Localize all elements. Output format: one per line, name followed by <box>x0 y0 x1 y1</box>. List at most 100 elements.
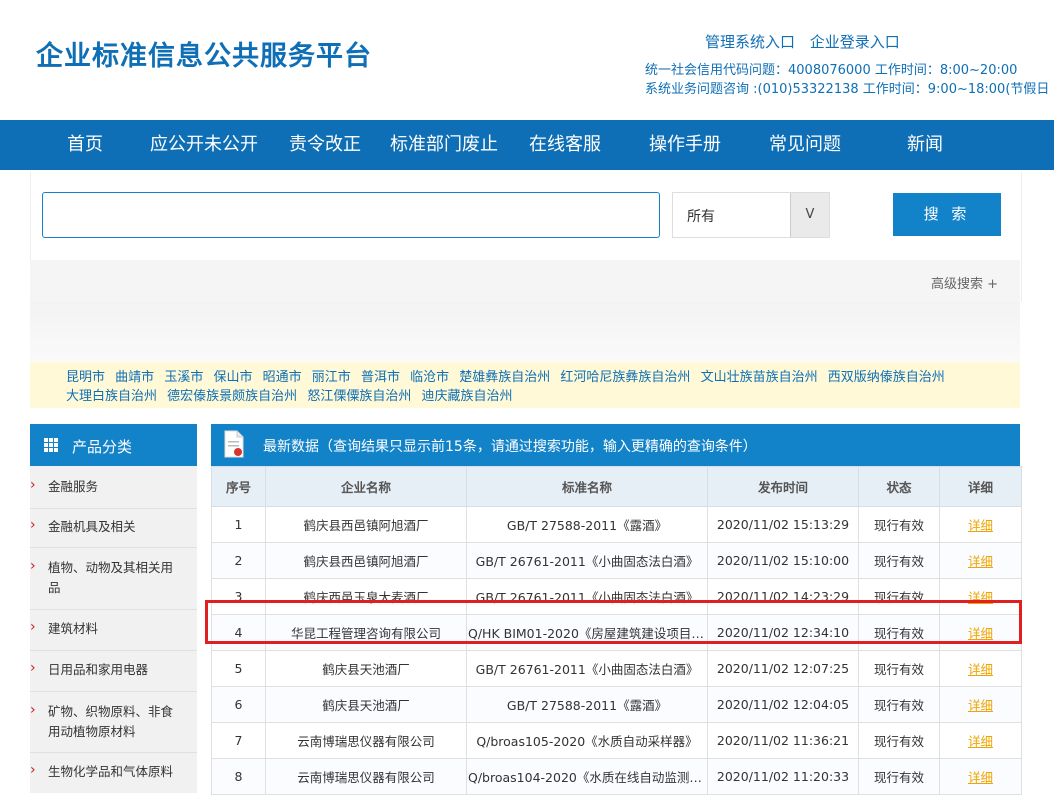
cell-publish-time: 2020/11/02 11:36:21 <box>707 722 859 759</box>
col-status: 状态 <box>858 466 940 507</box>
top-links: 管理系统入口 企业登录入口 <box>705 31 910 52</box>
company-login-link[interactable]: 企业登录入口 <box>810 33 900 51</box>
cell-status: 现行有效 <box>858 542 940 579</box>
category-label: 建筑材料 <box>48 621 99 636</box>
col-publish-time: 发布时间 <box>707 466 859 507</box>
region-line-1: 昆明市 曲靖市 玉溪市 保山市 昭通市 丽江市 普洱市 临沧市 楚雄彝族自治州 … <box>66 366 951 385</box>
admin-entry-link[interactable]: 管理系统入口 <box>705 33 795 51</box>
category-item[interactable]: › 生物化学品和气体原料 <box>30 753 197 793</box>
detail-link[interactable]: 详细 <box>968 590 993 605</box>
nav-manual[interactable]: 操作手册 <box>649 120 721 170</box>
cell-publish-time: 2020/11/02 15:13:29 <box>707 506 859 543</box>
region-link[interactable]: 楚雄彝族自治州 <box>459 370 550 385</box>
chevron-right-icon: › <box>30 477 36 493</box>
table-row: 7 云南博瑞思仪器有限公司 Q/broas105-2020《水质自动采样器》 2… <box>211 722 1022 759</box>
cell-company: 云南博瑞思仪器有限公司 <box>265 758 467 795</box>
region-list: 昆明市 曲靖市 玉溪市 保山市 昭通市 丽江市 普洱市 临沧市 楚雄彝族自治州 … <box>30 362 1020 408</box>
cell-detail: 详细 <box>939 686 1022 723</box>
category-item[interactable]: › 金融服务 <box>30 466 197 509</box>
region-link[interactable]: 临沧市 <box>410 370 449 385</box>
chevron-right-icon: › <box>30 702 36 718</box>
cell-publish-time: 2020/11/02 12:04:05 <box>707 686 859 723</box>
chevron-right-icon: › <box>30 660 36 676</box>
cell-company: 云南博瑞思仪器有限公司 <box>265 722 467 759</box>
nav-should-disclose[interactable]: 应公开未公开 <box>150 120 258 170</box>
nav-faq[interactable]: 常见问题 <box>769 120 841 170</box>
scope-select[interactable]: 所有 V <box>672 192 830 238</box>
category-title: 产品分类 <box>72 438 133 456</box>
region-link[interactable]: 昭通市 <box>263 370 302 385</box>
advanced-search-link[interactable]: 高级搜索 + <box>931 273 998 292</box>
search-input[interactable] <box>42 192 660 238</box>
search-button[interactable]: 搜 索 <box>893 193 1001 236</box>
cell-company: 华昆工程管理咨询有限公司 <box>265 614 467 651</box>
scope-select-value: 所有 <box>687 209 715 225</box>
cell-index: 1 <box>211 506 266 543</box>
cell-detail: 详细 <box>939 614 1022 651</box>
cell-status: 现行有效 <box>858 650 940 687</box>
category-item[interactable]: › 植物、动物及其相关用品 <box>30 548 197 610</box>
region-link[interactable]: 大理白族自治州 <box>66 389 157 404</box>
detail-link[interactable]: 详细 <box>968 662 993 677</box>
region-link[interactable]: 昆明市 <box>66 370 105 385</box>
cell-standard: GB/T 27588-2011《露酒》 <box>466 506 708 543</box>
category-item[interactable]: › 矿物、织物原料、非食用动植物原材料 <box>30 692 197 753</box>
cell-standard: Q/HK BIM01-2020《房屋建筑建设项目全过... <box>466 614 708 651</box>
cell-company: 鹤庆县西邑镇阿旭酒厂 <box>265 542 467 579</box>
region-link[interactable]: 普洱市 <box>361 370 400 385</box>
cell-status: 现行有效 <box>858 614 940 651</box>
chevron-down-icon[interactable]: V <box>790 193 829 237</box>
nav-standard-abolished[interactable]: 标准部门废止 <box>390 120 498 170</box>
cell-status: 现行有效 <box>858 506 940 543</box>
nav-home[interactable]: 首页 <box>67 120 103 170</box>
col-standard: 标准名称 <box>466 466 708 507</box>
chevron-right-icon: › <box>30 558 36 574</box>
main-nav: 首页 应公开未公开 责令改正 标准部门废止 在线客服 操作手册 常见问题 新闻 <box>0 120 1054 170</box>
col-index: 序号 <box>211 466 266 507</box>
advanced-search-bar: 高级搜索 + <box>30 260 1020 302</box>
nav-online-service[interactable]: 在线客服 <box>529 120 601 170</box>
detail-link[interactable]: 详细 <box>968 734 993 749</box>
region-link[interactable]: 保山市 <box>213 370 252 385</box>
cell-standard: GB/T 26761-2011《小曲固态法白酒》 <box>466 578 708 615</box>
nav-order-correction[interactable]: 责令改正 <box>289 120 361 170</box>
category-item[interactable]: › 建筑材料 <box>30 610 197 651</box>
cell-publish-time: 2020/11/02 12:07:25 <box>707 650 859 687</box>
category-header: 产品分类 <box>30 424 197 466</box>
detail-link[interactable]: 详细 <box>968 554 993 569</box>
region-link[interactable]: 丽江市 <box>312 370 351 385</box>
detail-link[interactable]: 详细 <box>968 626 993 641</box>
region-link[interactable]: 文山壮族苗族自治州 <box>701 370 818 385</box>
cell-index: 6 <box>211 686 266 723</box>
detail-link[interactable]: 详细 <box>968 698 993 713</box>
col-company: 企业名称 <box>265 466 467 507</box>
detail-link[interactable]: 详细 <box>968 518 993 533</box>
hotline-credit-code: 统一社会信用代码问题：4008076000 工作时间：8:00~20:00 <box>645 63 1018 78</box>
region-link[interactable]: 德宏傣族景颇族自治州 <box>167 389 297 404</box>
category-label: 日用品和家用电器 <box>48 662 149 677</box>
category-label: 金融服务 <box>48 479 99 494</box>
table-row: 6 鹤庆县天池酒厂 GB/T 27588-2011《露酒》 2020/11/02… <box>211 686 1022 723</box>
cell-standard: Q/broas104-2020《水质在线自动监测质控... <box>466 758 708 795</box>
category-item[interactable]: › 日用品和家用电器 <box>30 651 197 692</box>
latest-data-title: 最新数据（查询结果只显示前15条，请通过搜索功能，输入更精确的查询条件） <box>263 439 757 455</box>
nav-news[interactable]: 新闻 <box>907 120 943 170</box>
region-link[interactable]: 怒江傈僳族自治州 <box>307 389 411 404</box>
region-link[interactable]: 红河哈尼族彝族自治州 <box>560 370 690 385</box>
region-link[interactable]: 曲靖市 <box>115 370 154 385</box>
chevron-right-icon: › <box>30 619 36 635</box>
category-label: 矿物、织物原料、非食用动植物原材料 <box>48 704 174 739</box>
chevron-right-icon: › <box>30 762 36 778</box>
site-title: 企业标准信息公共服务平台 <box>36 41 372 72</box>
table-row: 5 鹤庆县天池酒厂 GB/T 26761-2011《小曲固态法白酒》 2020/… <box>211 650 1022 687</box>
region-link[interactable]: 西双版纳傣族自治州 <box>828 370 945 385</box>
category-item[interactable]: › 金融机具及相关 <box>30 509 197 548</box>
cell-index: 8 <box>211 758 266 795</box>
cell-index: 3 <box>211 578 266 615</box>
standards-table: 序号 企业名称 标准名称 发布时间 状态 详细 1 鹤庆县西邑镇阿旭酒厂 GB/… <box>211 466 1022 795</box>
cell-index: 7 <box>211 722 266 759</box>
category-label: 金融机具及相关 <box>48 519 136 534</box>
region-link[interactable]: 迪庆藏族自治州 <box>421 389 512 404</box>
region-link[interactable]: 玉溪市 <box>164 370 203 385</box>
cell-index: 4 <box>211 614 266 651</box>
